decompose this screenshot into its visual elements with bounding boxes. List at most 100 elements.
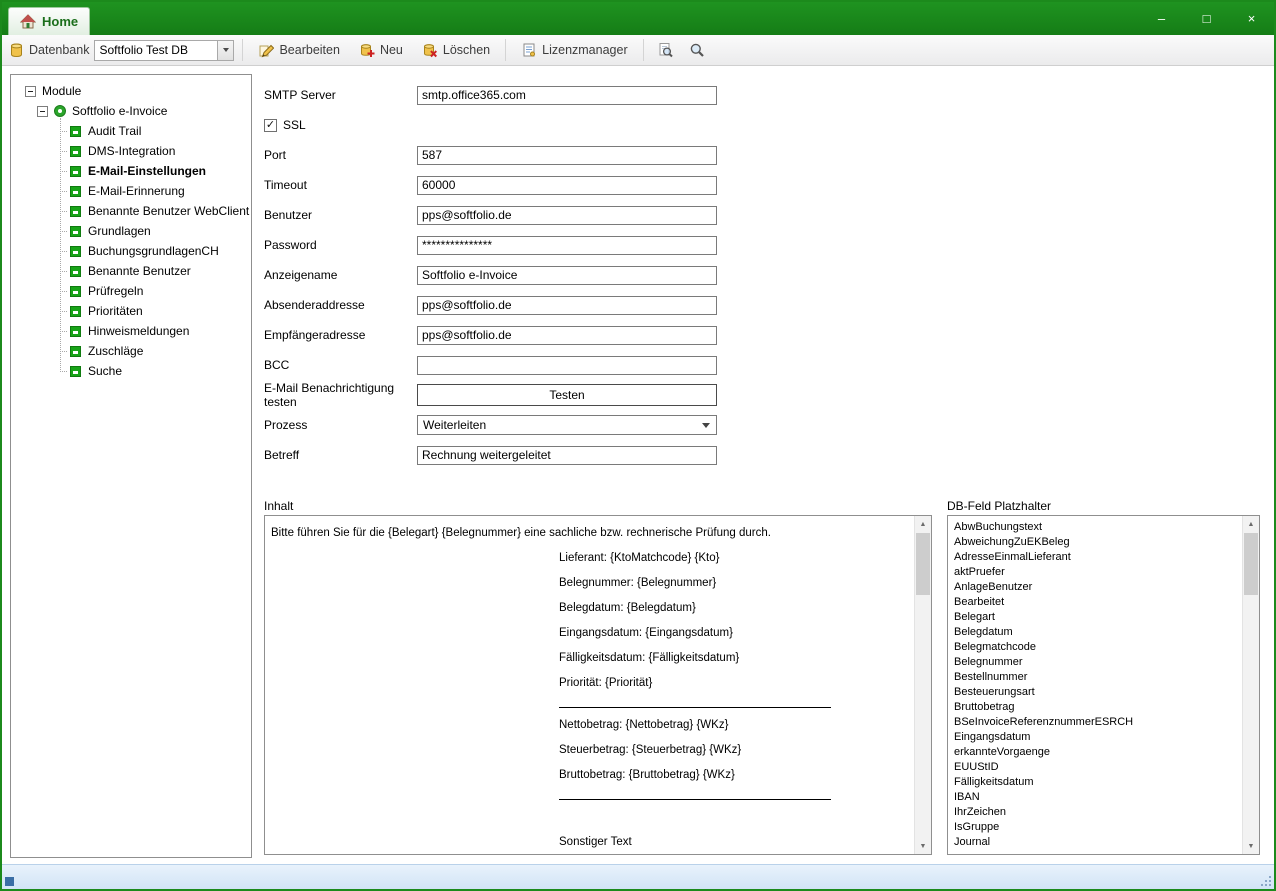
tree-item-benannte-benutzer-webclient[interactable]: Benannte Benutzer WebClient <box>11 201 251 221</box>
tree-item-pr-fregeln[interactable]: Prüfregeln <box>11 281 251 301</box>
tree-item-buchungsgrundlagench[interactable]: BuchungsgrundlagenCH <box>11 241 251 261</box>
tree-item-suche[interactable]: Suche <box>11 361 251 381</box>
close-button[interactable]: × <box>1229 2 1274 35</box>
placeholder-item-euustid[interactable]: EUUStID <box>950 760 1239 775</box>
placeholder-item-belegnummer[interactable]: Belegnummer <box>950 655 1239 670</box>
placeholder-item-belegmatchcode[interactable]: Belegmatchcode <box>950 640 1239 655</box>
tree-item-e-mail-einstellungen[interactable]: E-Mail-Einstellungen <box>11 161 251 181</box>
placeholder-item-bestellnummer[interactable]: Bestellnummer <box>950 670 1239 685</box>
form-row-timeout: Timeout <box>264 170 734 200</box>
collapse-icon[interactable] <box>37 106 48 117</box>
minimize-button[interactable]: – <box>1139 2 1184 35</box>
scroll-down-icon[interactable]: ▼ <box>1243 838 1259 854</box>
content-line: Belegnummer: {Belegnummer} <box>271 571 909 596</box>
tree-connector <box>60 351 67 352</box>
port-input[interactable] <box>417 146 717 165</box>
scroll-up-icon[interactable]: ▲ <box>915 516 931 532</box>
tree-group-softfolio-e-invoice[interactable]: Softfolio e-Invoice <box>11 101 251 121</box>
search-button[interactable] <box>684 39 710 61</box>
bearbeiten-label: Bearbeiten <box>279 43 339 57</box>
inhalt-scrollbar[interactable]: ▲ ▼ <box>914 516 931 854</box>
ssl-checkbox-field[interactable]: ✓SSL <box>264 118 306 132</box>
tree-item-priorit-ten[interactable]: Prioritäten <box>11 301 251 321</box>
placeholder-item-erkanntevorgaenge[interactable]: erkannteVorgaenge <box>950 745 1239 760</box>
password-input[interactable] <box>417 236 717 255</box>
toolbar-separator <box>643 39 644 61</box>
loeschen-button[interactable]: Löschen <box>415 39 497 61</box>
tree-item-label: Hinweismeldungen <box>88 324 189 338</box>
placeholder-item-bearbeitet[interactable]: Bearbeitet <box>950 595 1239 610</box>
tree-item-zuschl-ge[interactable]: Zuschläge <box>11 341 251 361</box>
combobox-dropdown-button[interactable] <box>217 41 233 60</box>
placeholder-item-iban[interactable]: IBAN <box>950 790 1239 805</box>
placeholder-item-aktpruefer[interactable]: aktPruefer <box>950 565 1239 580</box>
neu-button[interactable]: Neu <box>352 39 410 61</box>
tree-item-grundlagen[interactable]: Grundlagen <box>11 221 251 241</box>
tree-root-module[interactable]: Module <box>11 81 251 101</box>
scroll-thumb[interactable] <box>916 533 930 595</box>
tree-item-label: Zuschläge <box>88 344 143 358</box>
inhalt-textarea[interactable]: Bitte führen Sie für die {Belegart} {Bel… <box>264 515 932 855</box>
home-icon <box>20 14 36 29</box>
scroll-up-icon[interactable]: ▲ <box>1243 516 1259 532</box>
tree-item-dms-integration[interactable]: DMS-Integration <box>11 141 251 161</box>
bearbeiten-button[interactable]: Bearbeiten <box>251 39 346 61</box>
placeholder-scrollbar[interactable]: ▲ ▼ <box>1242 516 1259 854</box>
empfaengeradresse-input[interactable] <box>417 326 717 345</box>
database-combobox[interactable]: Softfolio Test DB <box>94 40 234 61</box>
placeholder-item-isgruppe[interactable]: IsGruppe <box>950 820 1239 835</box>
content-line: Nettobetrag: {Nettobetrag} {WKz} <box>271 713 909 738</box>
toolbar-separator <box>242 39 243 61</box>
content-divider <box>271 788 909 805</box>
tree-item-e-mail-erinnerung[interactable]: E-Mail-Erinnerung <box>11 181 251 201</box>
maximize-button[interactable]: □ <box>1184 2 1229 35</box>
placeholder-item-eingangsdatum[interactable]: Eingangsdatum <box>950 730 1239 745</box>
placeholder-item-abwbuchungstext[interactable]: AbwBuchungstext <box>950 520 1239 535</box>
print-preview-button[interactable] <box>652 39 679 61</box>
placeholder-item-ihrzeichen[interactable]: IhrZeichen <box>950 805 1239 820</box>
smtp-server-input[interactable] <box>417 86 717 105</box>
content-line <box>271 805 909 830</box>
scroll-thumb[interactable] <box>1244 533 1258 595</box>
tree-connector <box>60 151 67 152</box>
placeholder-item-belegdatum[interactable]: Belegdatum <box>950 625 1239 640</box>
placeholder-item-bruttobetrag[interactable]: Bruttobetrag <box>950 700 1239 715</box>
placeholder-item-anlagebenutzer[interactable]: AnlageBenutzer <box>950 580 1239 595</box>
betreff-input[interactable] <box>417 446 717 465</box>
placeholder-item-adresseeinmallieferant[interactable]: AdresseEinmalLieferant <box>950 550 1239 565</box>
benutzer-input[interactable] <box>417 206 717 225</box>
tree-item-hinweismeldungen[interactable]: Hinweismeldungen <box>11 321 251 341</box>
prozess-select[interactable]: Weiterleiten <box>417 415 717 435</box>
module-item-icon <box>70 266 81 277</box>
absenderaddresse-input[interactable] <box>417 296 717 315</box>
email-test-button[interactable]: Testen <box>417 384 717 406</box>
ssl-checkbox[interactable]: ✓ <box>264 119 277 132</box>
module-item-icon <box>70 206 81 217</box>
placeholder-item-journal[interactable]: Journal <box>950 835 1239 850</box>
placeholder-item-belegart[interactable]: Belegart <box>950 610 1239 625</box>
placeholder-item-besteuerungsart[interactable]: Besteuerungsart <box>950 685 1239 700</box>
placeholder-item-bseinvoicereferenznummeresrch[interactable]: BSeInvoiceReferenznummerESRCH <box>950 715 1239 730</box>
form-row-smtp-server: SMTP Server <box>264 80 734 110</box>
tree-item-audit-trail[interactable]: Audit Trail <box>11 121 251 141</box>
anzeigename-field <box>417 266 717 285</box>
tree-item-benannte-benutzer[interactable]: Benannte Benutzer <box>11 261 251 281</box>
module-item-icon <box>70 166 81 177</box>
timeout-input[interactable] <box>417 176 717 195</box>
resize-grip[interactable] <box>1259 874 1272 887</box>
tree-connector <box>60 291 67 292</box>
lizenzmanager-button[interactable]: Lizenzmanager <box>514 39 634 61</box>
anzeigename-input[interactable] <box>417 266 717 285</box>
placeholder-list[interactable]: AbwBuchungstextAbweichungZuEKBelegAdress… <box>947 515 1260 855</box>
divider-line <box>559 799 831 800</box>
placeholder-item-f-lligkeitsdatum[interactable]: Fälligkeitsdatum <box>950 775 1239 790</box>
bcc-input[interactable] <box>417 356 717 375</box>
placeholder-item-abweichungzuekbeleg[interactable]: AbweichungZuEKBeleg <box>950 535 1239 550</box>
tree-item-label: Benannte Benutzer <box>88 264 191 278</box>
collapse-icon[interactable] <box>25 86 36 97</box>
lizenzmanager-label: Lizenzmanager <box>542 43 627 57</box>
tree-connector <box>60 331 67 332</box>
tab-home[interactable]: Home <box>8 7 90 35</box>
home-tab-label: Home <box>42 14 78 29</box>
scroll-down-icon[interactable]: ▼ <box>915 838 931 854</box>
